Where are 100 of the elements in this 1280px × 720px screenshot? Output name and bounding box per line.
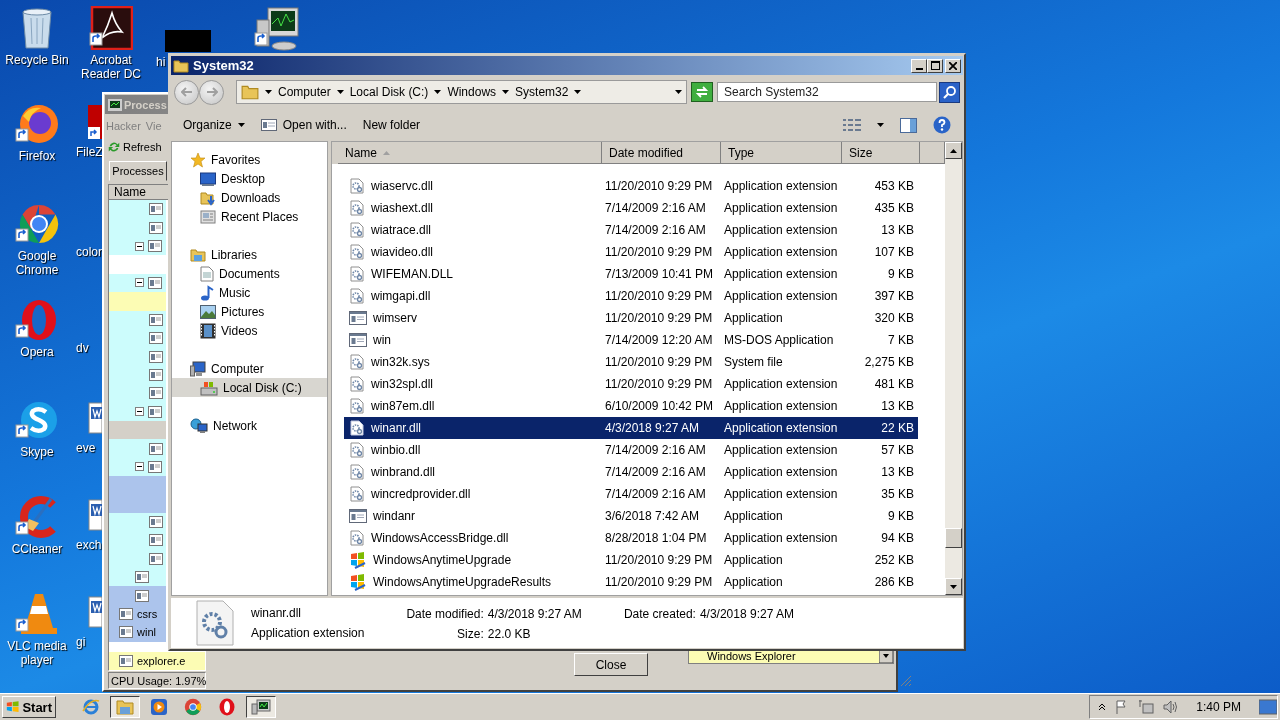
opera-icon[interactable] bbox=[15, 298, 59, 342]
resize-grip-icon[interactable] bbox=[900, 675, 912, 687]
file-row[interactable]: wimserv 11/20/2010 9:29 PM Application 320 KB bbox=[344, 307, 918, 329]
file-row[interactable]: wincredprovider.dll 7/14/2009 2:16 AM Application extension 35 KB bbox=[344, 483, 918, 505]
file-row[interactable]: win32spl.dll 11/20/2010 9:29 PM Application extension 481 KB bbox=[344, 373, 918, 395]
preview-pane-button[interactable] bbox=[900, 117, 917, 133]
view-menu-button[interactable] bbox=[877, 123, 884, 127]
search-button[interactable] bbox=[939, 81, 960, 103]
icon-label: Opera bbox=[20, 345, 54, 359]
file-row[interactable]: winanr.dll 4/3/2018 9:27 AM Application extension 22 KB bbox=[344, 417, 918, 439]
file-row[interactable]: WindowsAnytimeUpgradeResults 11/20/2010 9:29 PM Application 286 KB bbox=[344, 571, 918, 593]
tab[interactable]: Processes bbox=[109, 161, 167, 181]
file-row[interactable]: WindowsAccessBridge.dll 8/28/2018 1:04 PM Application extension 94 KB bbox=[344, 527, 918, 549]
address-bar[interactable]: Computer Local Disk (C:) Windows System32 bbox=[236, 80, 687, 104]
caret-icon bbox=[237, 123, 245, 127]
file-row[interactable]: winbrand.dll 7/14/2009 2:16 AM Application extension 13 KB bbox=[344, 461, 918, 483]
process-row[interactable]: winl bbox=[109, 623, 166, 642]
maximize-button[interactable] bbox=[927, 58, 943, 73]
close-icon bbox=[949, 61, 957, 70]
nav-item[interactable]: Local Disk (C:) bbox=[172, 378, 327, 397]
file-row[interactable]: wiashext.dll 7/14/2009 2:16 AM Application extension 435 KB bbox=[344, 197, 918, 219]
toolbar-button[interactable]: Organize bbox=[183, 118, 245, 132]
scroll-thumb[interactable] bbox=[945, 528, 962, 548]
nav-item[interactable]: Pictures bbox=[172, 302, 327, 321]
scroll-down-button[interactable] bbox=[945, 578, 962, 595]
refresh-button[interactable] bbox=[691, 82, 713, 102]
process-row[interactable] bbox=[109, 237, 166, 256]
close-button[interactable]: Close bbox=[574, 653, 648, 676]
size-cell-text: 481 KB bbox=[873, 377, 915, 391]
file-row[interactable]: win87em.dll 6/10/2009 10:42 PM Application extension 13 KB bbox=[344, 395, 918, 417]
nav-item[interactable]: Recent Places bbox=[172, 207, 327, 226]
nav-item[interactable]: Favorites bbox=[172, 150, 327, 169]
toolbar-button[interactable]: New folder bbox=[362, 118, 421, 132]
process-row[interactable] bbox=[109, 586, 166, 605]
collapse-icon[interactable] bbox=[135, 241, 144, 251]
minimize-button[interactable] bbox=[911, 58, 927, 73]
refresh-button[interactable]: Refresh bbox=[107, 140, 162, 154]
taskbar-button[interactable] bbox=[110, 696, 140, 718]
libraries-icon bbox=[190, 246, 206, 263]
start-button[interactable]: Start bbox=[2, 696, 56, 718]
nav-item[interactable]: Desktop bbox=[172, 169, 327, 188]
help-button[interactable] bbox=[933, 116, 951, 134]
process-row[interactable] bbox=[109, 273, 166, 293]
column-header[interactable]: Name bbox=[338, 142, 602, 164]
file-row[interactable]: WindowsAnytimeUpgrade 11/20/2010 9:29 PM Application 252 KB bbox=[344, 549, 918, 571]
file-row[interactable]: win32k.sys 11/20/2010 9:29 PM System file 2,275 KB bbox=[344, 351, 918, 373]
collapse-icon[interactable] bbox=[135, 462, 144, 472]
file-row[interactable]: windanr 3/6/2018 7:42 AM Application 9 KB bbox=[344, 505, 918, 527]
chevron-up-icon[interactable] bbox=[1098, 703, 1107, 711]
chrome-icon[interactable] bbox=[15, 202, 59, 246]
file-row[interactable]: wiavideo.dll 11/20/2010 9:29 PM Application extension 107 KB bbox=[344, 241, 918, 263]
scroll-up-button[interactable] bbox=[945, 142, 962, 159]
search-field[interactable]: Search System32 bbox=[717, 82, 937, 102]
speaker-icon[interactable] bbox=[1162, 699, 1179, 715]
breadcrumb[interactable]: Local Disk (C:) bbox=[349, 85, 429, 99]
process-row[interactable] bbox=[109, 200, 166, 219]
file-row[interactable]: wiatrace.dll 7/14/2009 2:16 AM Application extension 13 KB bbox=[344, 219, 918, 241]
file-row[interactable]: winbio.dll 7/14/2009 2:16 AM Application extension 57 KB bbox=[344, 439, 918, 461]
breadcrumb[interactable]: System32 bbox=[515, 85, 569, 99]
process-row[interactable]: explorer.e bbox=[109, 651, 205, 670]
taskbar-button[interactable] bbox=[246, 696, 276, 718]
traffic-cone-icon[interactable] bbox=[15, 592, 59, 636]
window-icon bbox=[148, 405, 162, 418]
breadcrumb[interactable]: Computer bbox=[278, 85, 331, 99]
forward-button[interactable] bbox=[199, 79, 224, 105]
breadcrumb[interactable]: Windows bbox=[447, 85, 497, 99]
document-icon[interactable] bbox=[88, 401, 102, 435]
document-icon[interactable] bbox=[88, 498, 102, 532]
nav-item[interactable]: Network bbox=[172, 416, 327, 435]
process-row[interactable] bbox=[109, 568, 166, 587]
column-header[interactable]: Type bbox=[721, 142, 842, 164]
collapse-icon[interactable] bbox=[135, 278, 144, 288]
file-row[interactable]: wiaservc.dll 11/20/2010 9:29 PM Application extension 453 KB bbox=[344, 175, 918, 197]
close-button[interactable] bbox=[945, 58, 961, 73]
acrobat-icon[interactable] bbox=[89, 6, 133, 50]
firefox-icon[interactable] bbox=[15, 102, 59, 146]
window-icon bbox=[148, 277, 162, 289]
nav-item[interactable]: Documents bbox=[172, 264, 327, 283]
column-header[interactable]: Size bbox=[842, 142, 920, 164]
monitor-icon[interactable] bbox=[254, 6, 300, 52]
filezilla-icon[interactable] bbox=[88, 105, 102, 139]
toolbar-button[interactable]: Open with... bbox=[260, 118, 347, 132]
nav-item[interactable]: Music bbox=[172, 283, 327, 302]
caret-icon bbox=[877, 123, 884, 127]
nav-item[interactable]: Videos bbox=[172, 321, 327, 340]
process-row[interactable] bbox=[109, 439, 166, 458]
collapse-icon[interactable] bbox=[135, 407, 144, 417]
pictures-icon bbox=[200, 304, 216, 319]
network-icon[interactable] bbox=[1138, 699, 1155, 715]
document-icon[interactable] bbox=[88, 595, 102, 629]
show-desktop-icon[interactable] bbox=[1259, 698, 1277, 716]
nav-item[interactable]: Libraries bbox=[172, 245, 327, 264]
ccleaner-icon[interactable] bbox=[15, 495, 59, 539]
view-button[interactable] bbox=[843, 118, 861, 132]
column-header[interactable]: Date modified bbox=[602, 142, 721, 164]
file-row[interactable]: win 7/14/2009 12:20 AM MS-DOS Application 7 KB bbox=[344, 329, 918, 351]
nav-item[interactable]: Computer bbox=[172, 359, 327, 378]
blank-tile-icon[interactable] bbox=[165, 30, 211, 52]
file-row[interactable]: wimgapi.dll 11/20/2010 9:29 PM Application extension 397 KB bbox=[344, 285, 918, 307]
file-row[interactable]: WIFEMAN.DLL 7/13/2009 10:41 PM Application extension 9 KB bbox=[344, 263, 918, 285]
